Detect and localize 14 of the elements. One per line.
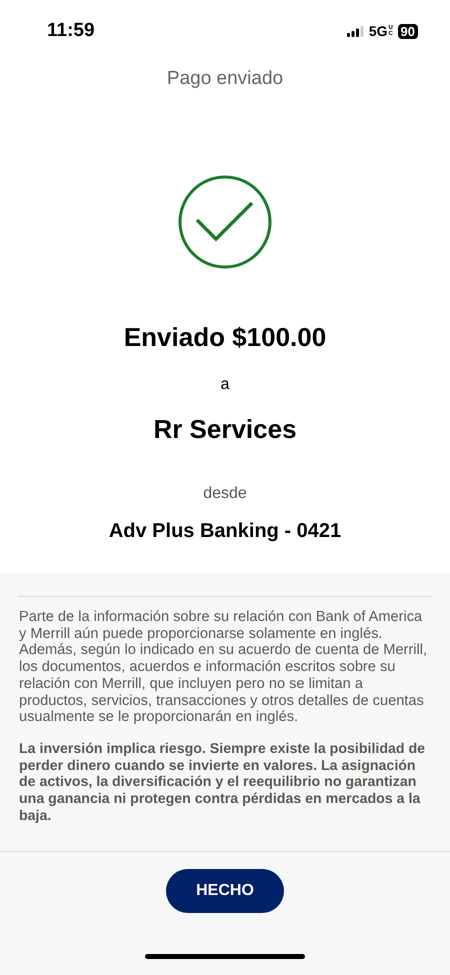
account-name: Adv Plus Banking - 0421 [108,520,342,543]
checkmark-icon [178,175,272,269]
battery-indicator: 90 [398,24,418,38]
signal-icon [346,26,364,36]
network-label: 5G [368,23,388,39]
clock-time: 11:59 [47,20,95,42]
disclosure-text: Parte de la información sobre su relación con Bank of America y Merrill aún puede proporcionarse solamente en inglés. Además, según lo indicado en su acuerdo de cuenta de Merrill, los documentos, acuerdos e información escritos sobre su relación con Merrill, que incluyen pero no se limitan a productos, servicios, transacciones y otros detalles de cuentas usualmente se le proporcionarán en inglés. [19,609,428,726]
to-label: a [220,376,230,394]
from-label: desde [203,485,247,503]
done-button[interactable]: HECHO [166,869,284,914]
payee-name: Rr Services [153,414,297,445]
disclosure-text: La inversión implica riesgo. Siempre existe la posibilidad de perder dinero cuando se invierte en valores. La asignación de activos, la diversificación y el reequilibrio no garantizan una ganancia ni protegen contra pérdidas en mercados a la baja. [19,740,426,824]
sent-amount: Enviado $100.00 [124,322,326,353]
screen-title: Pago enviado [166,68,284,90]
